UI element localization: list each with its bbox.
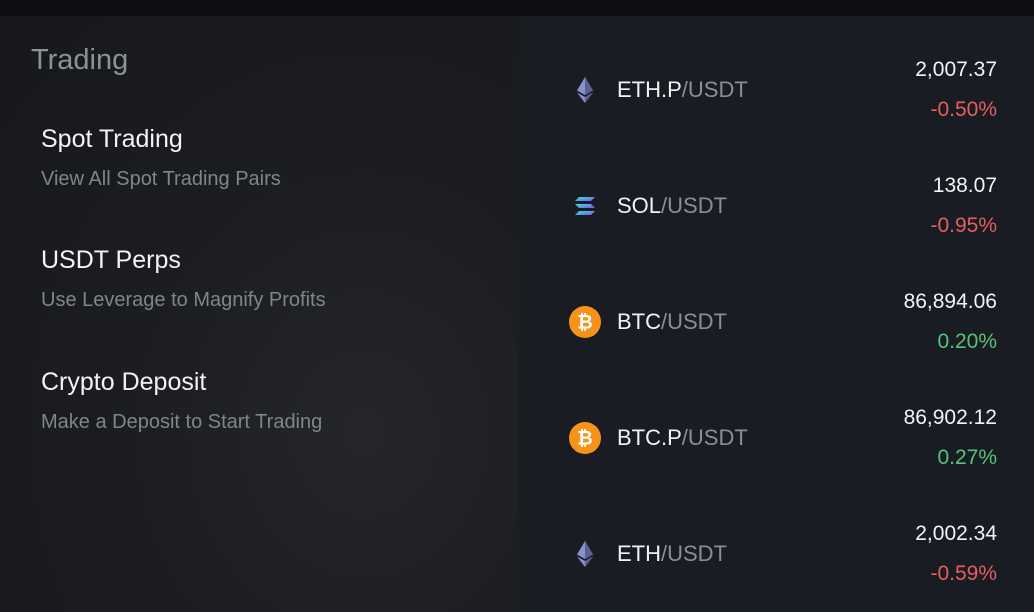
pair-price: 2,007.37: [915, 58, 997, 81]
pair-price: 86,894.06: [903, 290, 997, 313]
svg-text:₿: ₿: [577, 312, 592, 334]
menu-item-description: View All Spot Trading Pairs: [41, 168, 281, 190]
pair-change: -0.59%: [930, 562, 997, 585]
eth-icon: [577, 541, 593, 567]
pair-symbol: BTC/USDT: [617, 309, 727, 334]
pair-change: -0.50%: [930, 98, 997, 121]
pair-symbol: ETH/USDT: [617, 541, 727, 566]
pair-symbol: BTC.P/USDT: [617, 425, 748, 450]
pair-row-eth[interactable]: ETH/USDT 2,002.34 -0.59%: [519, 480, 1034, 596]
pair-price: 86,902.12: [903, 406, 997, 429]
sol-icon: [575, 197, 595, 215]
pair-symbol: ETH.P/USDT: [617, 77, 748, 102]
pair-row-btc[interactable]: ₿ BTC/USDT 86,894.06 0.20%: [519, 248, 1034, 364]
section-title: Trading: [31, 44, 129, 76]
eth-icon: [577, 77, 593, 103]
top-bar: [0, 0, 1034, 17]
menu-item-description: Use Leverage to Magnify Profits: [41, 289, 326, 311]
pair-price: 138.07: [932, 174, 997, 197]
market-pairs-panel: ETH.P/USDT 2,007.37 -0.50% SOL/USDT 138.…: [519, 16, 1034, 612]
menu-item-crypto-deposit[interactable]: Crypto Deposit Make a Deposit to Start T…: [41, 367, 322, 435]
pair-change: -0.95%: [930, 214, 997, 237]
pair-symbol: SOL/USDT: [617, 193, 728, 218]
menu-item-description: Make a Deposit to Start Trading: [41, 411, 323, 433]
trading-menu-panel: Trading Spot Trading View All Spot Tradi…: [0, 16, 519, 612]
pair-price: 2,002.34: [915, 522, 997, 545]
svg-text:₿: ₿: [577, 428, 592, 450]
menu-item-title: Spot Trading: [41, 125, 183, 153]
btc-icon: ₿: [569, 306, 601, 338]
pair-change: 0.20%: [937, 330, 997, 353]
pair-row-sol[interactable]: SOL/USDT 138.07 -0.95%: [519, 132, 1034, 248]
pair-change: 0.27%: [937, 446, 997, 469]
pair-row-btc-p[interactable]: ₿ BTC.P/USDT 86,902.12 0.27%: [519, 364, 1034, 480]
btc-icon: ₿: [569, 422, 601, 454]
menu-item-title: Crypto Deposit: [41, 368, 207, 396]
menu-item-usdt-perps[interactable]: USDT Perps Use Leverage to Magnify Profi…: [41, 245, 326, 313]
pair-row-eth-p[interactable]: ETH.P/USDT 2,007.37 -0.50%: [519, 16, 1034, 132]
menu-item-title: USDT Perps: [41, 246, 181, 274]
menu-item-spot-trading[interactable]: Spot Trading View All Spot Trading Pairs: [41, 124, 281, 192]
